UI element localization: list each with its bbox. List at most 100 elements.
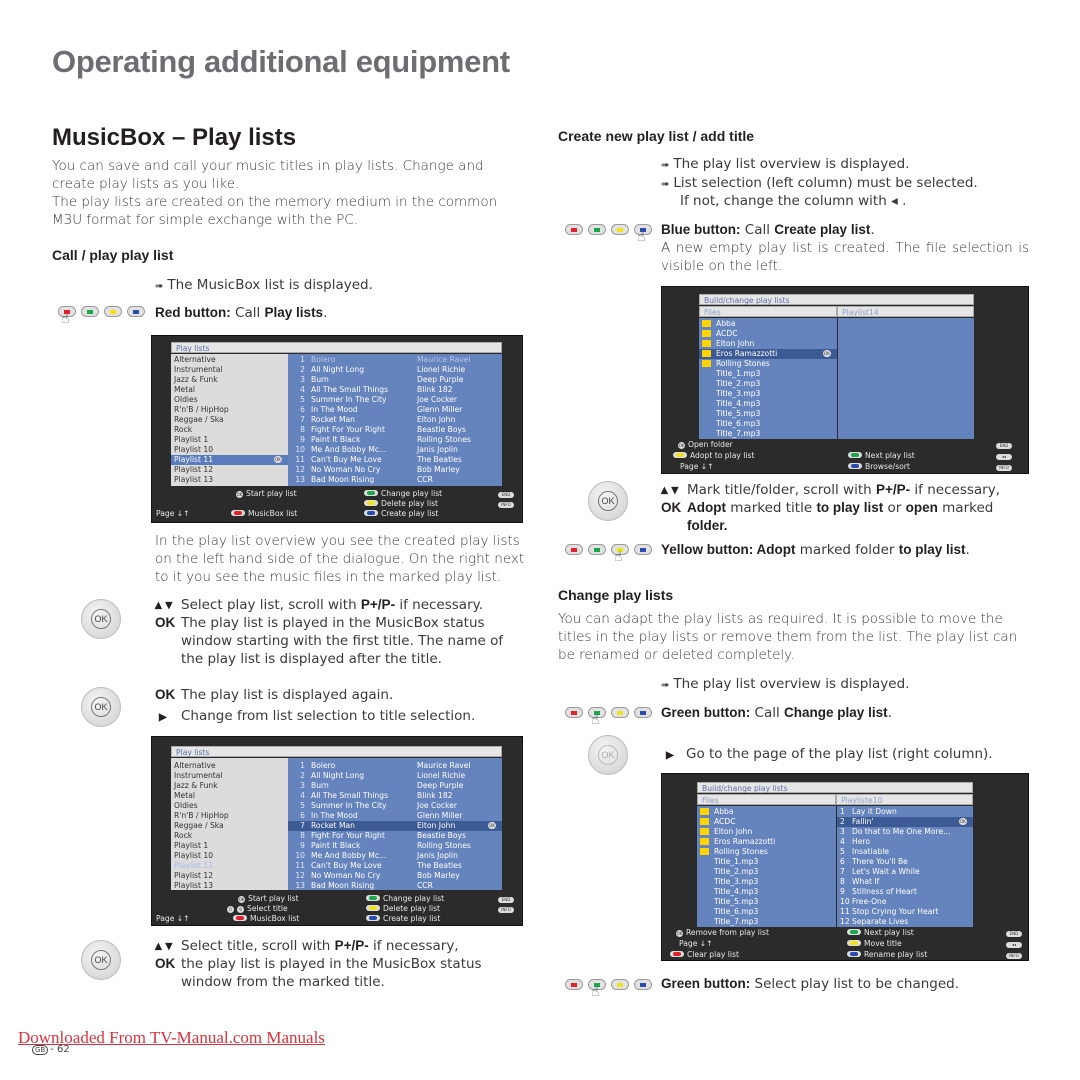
- red-key-icon[interactable]: ☝: [58, 306, 76, 326]
- track-row[interactable]: 3 Burn Deep Purple: [288, 781, 502, 791]
- playlist-item[interactable]: Rock: [171, 425, 288, 435]
- playlist-item[interactable]: Oldies: [171, 801, 288, 811]
- track-row[interactable]: 6 In The Mood Glenn Miller: [288, 811, 502, 821]
- folder-item[interactable]: Abba: [699, 319, 837, 329]
- track-row[interactable]: 5 Summer In The City Joe Cocker: [288, 801, 502, 811]
- green-key-icon[interactable]: [81, 306, 99, 317]
- track-row[interactable]: 3 Burn Deep Purple: [288, 375, 502, 385]
- track-row[interactable]: 4 All The Small Things Blink 182: [288, 791, 502, 801]
- playlist-item[interactable]: Playlist 13: [171, 475, 288, 485]
- yellow-key-icon[interactable]: [611, 224, 629, 235]
- track-row[interactable]: 9 Paint It Black Rolling Stones: [288, 841, 502, 851]
- file-item[interactable]: Title_4.mp3: [697, 887, 836, 897]
- track-row[interactable]: 13 Bad Moon Rising CCR: [288, 881, 502, 891]
- track-row[interactable]: 7 Rocket Man Elton John OK: [288, 821, 502, 831]
- green-key-icon[interactable]: [588, 544, 606, 555]
- red-key-icon[interactable]: [565, 979, 583, 990]
- file-item[interactable]: Title_2.mp3: [697, 867, 836, 877]
- blue-key-icon[interactable]: [634, 707, 652, 718]
- folder-item[interactable]: Abba: [697, 807, 836, 817]
- playlist-item[interactable]: R'n'B / HipHop: [171, 405, 288, 415]
- track-row[interactable]: 12 No Woman No Cry Bob Marley: [288, 871, 502, 881]
- folder-item[interactable]: Elton John: [697, 827, 836, 837]
- track-row[interactable]: 12 No Woman No Cry Bob Marley: [288, 465, 502, 475]
- folder-item[interactable]: Rolling Stones: [697, 847, 836, 857]
- track-row[interactable]: 8 Fight For Your Right Beastie Boys: [288, 831, 502, 841]
- file-item[interactable]: Title_6.mp3: [699, 419, 837, 429]
- playlist-item[interactable]: Alternative: [171, 355, 288, 365]
- playlist-item[interactable]: Alternative: [171, 761, 288, 771]
- track-row[interactable]: 10 Me And Bobby Mc... Janis Joplin: [288, 851, 502, 861]
- playlist-track-row[interactable]: 10 Free-One: [837, 897, 973, 907]
- file-item[interactable]: Title_7.mp3: [699, 429, 837, 439]
- folder-item[interactable]: ACDC: [697, 817, 836, 827]
- playlist-track-row[interactable]: 4 Hero: [837, 837, 973, 847]
- playlist-track-row[interactable]: 6 There You'll Be: [837, 857, 973, 867]
- playlist-item[interactable]: Playlist 12: [171, 871, 288, 881]
- playlist-track-row[interactable]: 12 Separate Lives: [837, 917, 973, 927]
- track-row[interactable]: 6 In The Mood Glenn Miller: [288, 405, 502, 415]
- track-row[interactable]: 1 Bolero Maurice Ravel: [288, 761, 502, 771]
- red-key-icon[interactable]: [565, 707, 583, 718]
- file-item[interactable]: Title_4.mp3: [699, 399, 837, 409]
- track-row[interactable]: 9 Paint It Black Rolling Stones: [288, 435, 502, 445]
- playlist-item[interactable]: R'n'B / HipHop: [171, 811, 288, 821]
- track-row[interactable]: 1 Bolero Maurice Ravel: [288, 355, 502, 365]
- blue-key-icon[interactable]: ☝: [634, 224, 652, 244]
- folder-item[interactable]: Rolling Stones: [699, 359, 837, 369]
- track-row[interactable]: 11 Can't Buy Me Love The Beatles: [288, 861, 502, 871]
- playlist-track-row[interactable]: 11 Stop Crying Your Heart: [837, 907, 973, 917]
- track-row[interactable]: 4 All The Small Things Blink 182: [288, 385, 502, 395]
- track-row[interactable]: 5 Summer In The City Joe Cocker: [288, 395, 502, 405]
- playlist-track-row[interactable]: 7 Let's Wait a While: [837, 867, 973, 877]
- playlist-item[interactable]: Playlist 10: [171, 445, 288, 455]
- file-item[interactable]: Title_3.mp3: [699, 389, 837, 399]
- playlist-item[interactable]: Rock: [171, 831, 288, 841]
- playlist-item[interactable]: Playlist 13: [171, 881, 288, 891]
- yellow-key-icon[interactable]: ☝: [611, 544, 629, 564]
- playlist-item[interactable]: Reggae / Ska: [171, 415, 288, 425]
- folder-item[interactable]: ACDC: [699, 329, 837, 339]
- file-item[interactable]: Title_1.mp3: [699, 369, 837, 379]
- playlist-track-row[interactable]: 2 Fallin' OK: [837, 817, 973, 827]
- file-item[interactable]: Title_2.mp3: [699, 379, 837, 389]
- folder-item[interactable]: Eros Ramazzotti OK: [699, 349, 837, 359]
- file-item[interactable]: Title_7.mp3: [697, 917, 836, 927]
- red-key-icon[interactable]: [565, 224, 583, 235]
- playlist-item[interactable]: Instrumental: [171, 771, 288, 781]
- playlist-item[interactable]: Jazz & Funk: [171, 375, 288, 385]
- playlist-item[interactable]: Instrumental: [171, 365, 288, 375]
- playlist-item[interactable]: Metal: [171, 385, 288, 395]
- playlist-item[interactable]: Metal: [171, 791, 288, 801]
- playlist-item[interactable]: Playlist 12: [171, 465, 288, 475]
- playlist-item[interactable]: Playlist 1: [171, 841, 288, 851]
- folder-item[interactable]: Eros Ramazzotti: [697, 837, 836, 847]
- playlist-track-row[interactable]: 1 Lay it Down: [837, 807, 973, 817]
- playlist-item[interactable]: Playlist 11: [171, 861, 288, 871]
- track-row[interactable]: 8 Fight For Your Right Beastie Boys: [288, 425, 502, 435]
- track-row[interactable]: 2 All Night Long Lionel Richie: [288, 365, 502, 375]
- track-row[interactable]: 10 Me And Bobby Mc... Janis Joplin: [288, 445, 502, 455]
- playlist-item[interactable]: Playlist 10: [171, 851, 288, 861]
- red-key-icon[interactable]: [565, 544, 583, 555]
- playlist-item[interactable]: Playlist 11 OK: [171, 455, 288, 465]
- track-row[interactable]: 7 Rocket Man Elton John: [288, 415, 502, 425]
- file-item[interactable]: Title_5.mp3: [697, 897, 836, 907]
- playlist-item[interactable]: Oldies: [171, 395, 288, 405]
- file-item[interactable]: Title_1.mp3: [697, 857, 836, 867]
- green-key-icon[interactable]: ☝: [588, 707, 606, 727]
- playlist-item[interactable]: Playlist 1: [171, 435, 288, 445]
- folder-item[interactable]: Elton John: [699, 339, 837, 349]
- playlist-track-row[interactable]: 5 Insatiable: [837, 847, 973, 857]
- file-item[interactable]: Title_5.mp3: [699, 409, 837, 419]
- playlist-track-row[interactable]: 8 What If: [837, 877, 973, 887]
- yellow-key-icon[interactable]: [611, 707, 629, 718]
- yellow-key-icon[interactable]: [104, 306, 122, 317]
- green-key-icon[interactable]: [588, 224, 606, 235]
- track-row[interactable]: 2 All Night Long Lionel Richie: [288, 771, 502, 781]
- blue-key-icon[interactable]: [127, 306, 145, 317]
- playlist-item[interactable]: Reggae / Ska: [171, 821, 288, 831]
- playlist-track-row[interactable]: 3 Do that to Me One More...: [837, 827, 973, 837]
- blue-key-icon[interactable]: [634, 544, 652, 555]
- track-row[interactable]: 13 Bad Moon Rising CCR: [288, 475, 502, 485]
